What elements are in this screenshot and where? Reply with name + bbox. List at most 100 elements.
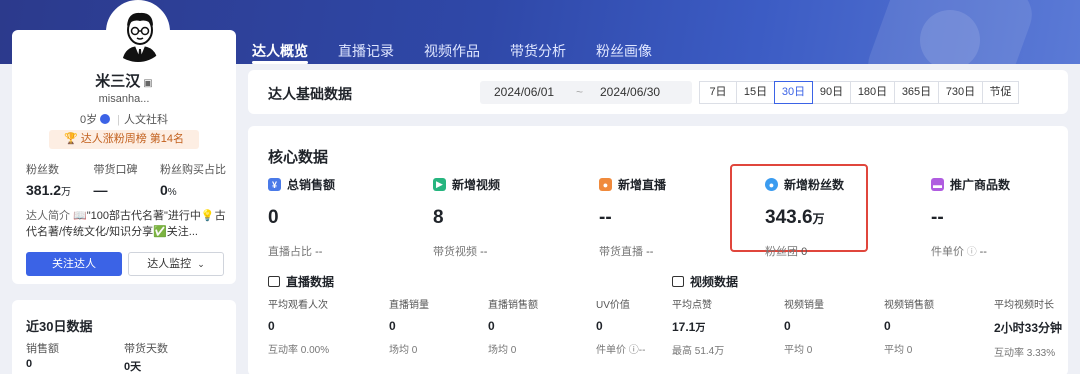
period-90d[interactable]: 90日 (812, 81, 851, 104)
period-15d[interactable]: 15日 (736, 81, 775, 104)
tab-bar: 达人概览 直播记录 视频作品 带货分析 粉丝画像 (252, 40, 652, 64)
date-end: 2024/06/30 (600, 85, 661, 99)
metric-promoted-products[interactable]: ▬ 推广商品数 -- 件单价 ⓘ -- (931, 176, 1080, 259)
stat-label: 平均点赞 (672, 300, 712, 311)
stat-value: 0 (784, 319, 791, 333)
stat-reputation: 带货口碑 — (94, 161, 138, 198)
stat-value: — (93, 182, 108, 198)
period-30d[interactable]: 30日 (774, 81, 813, 104)
period-365d[interactable]: 365日 (894, 81, 939, 104)
monitor-button[interactable]: 达人监控 ⌄ (128, 252, 224, 276)
trophy-icon: 🏆 (63, 133, 78, 145)
profile-age: 0岁 (80, 114, 98, 126)
stat-label: 粉丝数 (26, 164, 59, 176)
stat-value: 381.2万 (26, 182, 72, 198)
tab-overview[interactable]: 达人概览 (252, 40, 308, 64)
basic-data-title: 达人基础数据 (268, 86, 352, 102)
period-730d[interactable]: 730日 (938, 81, 983, 104)
stat-label: 视频销售额 (884, 300, 934, 311)
tab-videos[interactable]: 视频作品 (424, 40, 480, 64)
stat-value: 0 (389, 319, 396, 333)
tab-sales-analysis[interactable]: 带货分析 (510, 40, 566, 64)
core-data-title: 核心数据 (268, 149, 329, 166)
video-stat: 视频销售额 0 平均 0 (884, 296, 994, 356)
recent-sales-label: 销售额 (26, 343, 59, 355)
date-separator: ~ (576, 85, 584, 99)
user-icon: ● (765, 178, 778, 191)
recent-data-card: 近30日数据 销售额 带货天数 0 0天 (12, 300, 236, 374)
period-selector: 7日 15日 30日 90日 180日 365日 730日 节促 (699, 81, 1019, 104)
avatar[interactable] (106, 0, 170, 64)
metric-value: -- (599, 207, 612, 228)
metric-label: 总销售额 (287, 178, 336, 192)
profile-handle: misanha... (98, 93, 150, 105)
video-data-icon (672, 276, 684, 287)
metric-value: 0 (268, 207, 279, 228)
core-data-card: 核心数据 ¥ 总销售额 0 直播占比 -- ▶ 新增视频 8 带货视频 -- ● 新增… (248, 126, 1068, 374)
rank-badge[interactable]: 🏆 达人涨粉周榜 第14名 (49, 130, 199, 149)
live-data-header: 直播数据 (268, 273, 334, 290)
rank-text: 达人涨粉周榜 第14名 (80, 133, 185, 145)
stat-foot: 互动率 0.00% (268, 345, 330, 356)
stat-foot: 平均 0 (884, 345, 913, 356)
live-data-title: 直播数据 (286, 275, 335, 289)
monitor-button-label: 达人监控 (147, 258, 192, 270)
metric-foot: 直播占比 -- (268, 246, 323, 258)
video-stat: 视频销量 0 平均 0 (784, 296, 894, 356)
period-180d[interactable]: 180日 (850, 81, 895, 104)
live-icon: ● (599, 178, 612, 191)
metric-label: 新增粉丝数 (784, 178, 845, 192)
meta-divider: | (117, 114, 120, 126)
metric-new-fans[interactable]: ● 新增粉丝数 343.6万 粉丝团 0 (765, 176, 915, 259)
tab-fan-portrait[interactable]: 粉丝画像 (596, 40, 652, 64)
recent-days-label: 带货天数 (124, 343, 168, 355)
basic-data-bar: 达人基础数据 2024/06/01 ~ 2024/06/30 7日 15日 30… (248, 70, 1068, 114)
metric-new-lives[interactable]: ● 新增直播 -- 带货直播 -- (599, 176, 749, 259)
metric-foot: 带货视频 -- (433, 246, 488, 258)
tab-live-records[interactable]: 直播记录 (338, 40, 394, 64)
stat-label: 平均视频时长 (994, 300, 1054, 311)
stat-value: 17.1万 (672, 320, 706, 334)
intro-label: 达人简介 (26, 210, 70, 222)
cart-icon: ▬ (931, 178, 944, 191)
profile-intro: 达人简介 📖"100部古代名著"进行中💡古代名著/传统文化/知识分享✅关注... (26, 208, 226, 240)
profile-category: 人文社科 (123, 114, 168, 126)
qr-code-icon[interactable]: ▣ (143, 78, 152, 89)
video-stat: 平均视频时长 2小时33分钟 互动率 3.33% (994, 296, 1068, 359)
date-range-picker[interactable]: 2024/06/01 ~ 2024/06/30 (480, 81, 692, 104)
info-icon[interactable]: ⓘ (964, 247, 980, 258)
period-promo[interactable]: 节促 (982, 81, 1019, 104)
profile-name: 米三汉 (95, 73, 141, 90)
live-stat: 平均观看人次 0 互动率 0.00% (268, 296, 378, 356)
stat-foot: 场均 0 (389, 345, 418, 356)
metric-value: -- (931, 207, 944, 228)
stat-label: 视频销量 (784, 300, 824, 311)
recent-days-value: 0天 (124, 361, 142, 373)
metric-label: 新增直播 (618, 178, 667, 192)
stat-value: 2小时33分钟 (994, 321, 1063, 335)
stat-label: 直播销售额 (488, 300, 538, 311)
metric-value: 343.6万 (765, 207, 825, 228)
metric-label: 新增视频 (452, 178, 501, 192)
metric-foot: 件单价 ⓘ -- (931, 246, 987, 258)
stat-value: 0 (488, 319, 495, 333)
period-7d[interactable]: 7日 (699, 81, 737, 104)
verified-icon (100, 114, 111, 124)
stat-value: 0% (159, 182, 177, 198)
video-icon: ▶ (433, 178, 446, 191)
recent-data-title: 近30日数据 (26, 319, 93, 334)
metric-new-videos[interactable]: ▶ 新增视频 8 带货视频 -- (433, 176, 583, 259)
live-data-icon (268, 276, 280, 287)
stat-value: 0 (884, 319, 891, 333)
metric-foot: 粉丝团 0 (765, 246, 808, 258)
profile-name-row: 米三汉 ▣ (12, 70, 236, 91)
stat-fans: 粉丝数 381.2万 (26, 161, 71, 198)
metric-total-sales[interactable]: ¥ 总销售额 0 直播占比 -- (268, 176, 418, 259)
stat-label: 粉丝购买占比 (159, 164, 226, 176)
metric-foot: 带货直播 -- (599, 246, 654, 258)
date-start: 2024/06/01 (494, 85, 555, 99)
profile-card: 米三汉 ▣ misanha... 0岁 | 人文社科 🏆 达人涨粉周榜 第14名 粉丝… (12, 0, 236, 284)
follow-button[interactable]: 关注达人 (26, 252, 122, 276)
stat-foot: 最高 51.4万 (672, 346, 725, 357)
metric-value: 8 (433, 207, 444, 228)
